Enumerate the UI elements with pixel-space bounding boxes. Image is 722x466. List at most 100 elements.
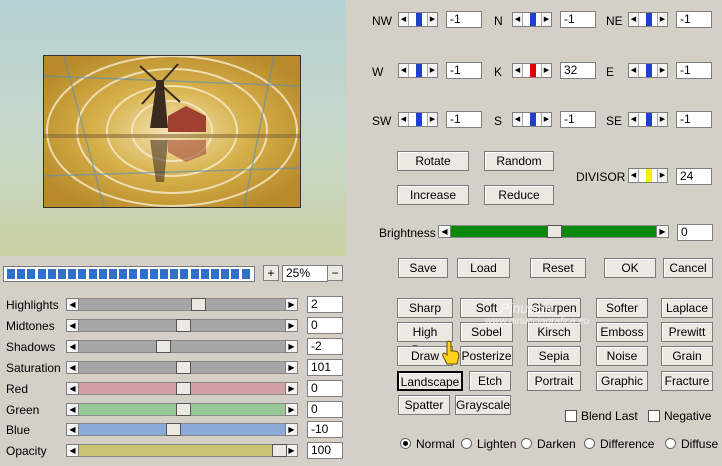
increase-arrow-icon[interactable]: ▶ [541,113,551,126]
matrix-spinner-se[interactable]: ◀ ▶ [628,112,668,127]
slider-thumb[interactable] [190,298,206,311]
matrix-field-e[interactable]: -1 [676,62,712,79]
blend-radio-difference[interactable] [584,438,595,449]
matrix-thumb[interactable] [416,13,422,26]
matrix-thumb[interactable] [416,113,422,126]
decrease-arrow-icon[interactable]: ◀ [513,13,523,26]
effect-emboss-button[interactable]: Emboss [596,322,648,342]
slider-green[interactable]: ◀ ▶ [66,402,298,416]
matrix-thumb[interactable] [416,64,422,77]
slider-left-arrow-icon[interactable]: ◀ [66,381,79,395]
slider-left-arrow-icon[interactable]: ◀ [66,360,79,374]
matrix-field-n[interactable]: -1 [560,11,596,28]
divisor-spinner[interactable]: ◀ ▶ [628,168,668,183]
slider-left-arrow-icon[interactable]: ◀ [66,402,79,416]
decrease-arrow-icon[interactable]: ◀ [629,13,639,26]
divisor-thumb[interactable] [646,169,652,182]
increase-arrow-icon[interactable]: ▶ [657,64,667,77]
effect-noise-button[interactable]: Noise [596,346,648,366]
effect-high-pass-button[interactable]: High Pass [397,322,453,357]
brightness-field[interactable]: 0 [677,224,713,241]
slider-highlights[interactable]: ◀ ▶ [66,298,298,311]
reset-button[interactable]: Reset [530,258,586,278]
zoom-field[interactable]: 25% [282,265,328,282]
matrix-spinner-w[interactable]: ◀ ▶ [398,63,438,78]
slider-right-arrow-icon[interactable]: ▶ [285,318,298,332]
slider-right-arrow-icon[interactable]: ▶ [285,339,298,353]
slider-value-field[interactable]: 2 [307,296,343,313]
matrix-field-k[interactable]: 32 [560,62,596,79]
slider-thumb[interactable] [175,402,191,416]
matrix-field-nw[interactable]: -1 [446,11,482,28]
effect-graphic-button[interactable]: Graphic [596,371,648,391]
effect-softer-button[interactable]: Softer [596,298,648,318]
matrix-thumb[interactable] [530,13,536,26]
matrix-spinner-ne[interactable]: ◀ ▶ [628,12,668,27]
negative-checkbox[interactable] [648,410,660,422]
slider-red[interactable]: ◀ ▶ [66,381,298,395]
slider-left-arrow-icon[interactable]: ◀ [66,444,79,458]
matrix-spinner-sw[interactable]: ◀ ▶ [398,112,438,127]
increase-arrow-icon[interactable]: ▶ [657,169,667,182]
slider-right-arrow-icon[interactable]: ▶ [656,225,669,238]
decrease-arrow-icon[interactable]: ◀ [513,113,523,126]
decrease-arrow-icon[interactable]: ◀ [513,64,523,77]
slider-value-field[interactable]: 0 [307,379,343,397]
blend-radio-darken[interactable] [521,438,532,449]
slider-thumb[interactable] [272,444,287,458]
slider-value-field[interactable]: 100 [307,442,343,460]
increase-arrow-icon[interactable]: ▶ [427,113,437,126]
slider-thumb[interactable] [175,360,191,374]
decrease-arrow-icon[interactable]: ◀ [629,169,639,182]
slider-left-arrow-icon[interactable]: ◀ [66,298,79,311]
increase-arrow-icon[interactable]: ▶ [657,13,667,26]
increase-arrow-icon[interactable]: ▶ [427,64,437,77]
matrix-spinner-nw[interactable]: ◀ ▶ [398,12,438,27]
zoom-in-button[interactable]: + [263,265,279,281]
effect-fracture-button[interactable]: Fracture [661,371,713,391]
divisor-field[interactable]: 24 [676,168,712,185]
slider-left-arrow-icon[interactable]: ◀ [66,339,79,353]
slider-right-arrow-icon[interactable]: ▶ [285,381,298,395]
slider-right-arrow-icon[interactable]: ▶ [285,402,298,416]
matrix-thumb[interactable] [646,13,652,26]
matrix-field-ne[interactable]: -1 [676,11,712,28]
blend-radio-lighten[interactable] [461,438,472,449]
slider-thumb[interactable] [175,318,191,332]
slider-value-field[interactable]: -2 [307,337,343,355]
slider-right-arrow-icon[interactable]: ▶ [285,423,298,437]
blend-radio-normal[interactable] [400,438,411,449]
slider-left-arrow-icon[interactable]: ◀ [66,423,79,437]
effect-sepia-button[interactable]: Sepia [527,346,581,366]
rotate-button[interactable]: Rotate [397,151,469,171]
effect-posterize-button[interactable]: Posterize [460,346,513,366]
slider-value-field[interactable]: 101 [307,358,343,376]
zoom-out-button[interactable]: − [327,265,343,281]
matrix-thumb[interactable] [646,113,652,126]
slider-blue[interactable]: ◀ ▶ [66,423,298,437]
brightness-slider[interactable]: ◀ ▶ [438,225,669,238]
blend-radio-diffuse[interactable] [665,438,676,449]
slider-midtones[interactable]: ◀ ▶ [66,318,298,332]
matrix-spinner-n[interactable]: ◀ ▶ [512,12,552,27]
effect-landscape-button[interactable]: Landscape [397,371,463,391]
reduce-button[interactable]: Reduce [484,185,554,205]
matrix-field-sw[interactable]: -1 [446,111,482,128]
matrix-thumb[interactable] [646,64,652,77]
cancel-button[interactable]: Cancel [663,258,713,278]
decrease-arrow-icon[interactable]: ◀ [399,13,409,26]
slider-opacity[interactable]: ◀ ▶ [66,444,298,458]
random-button[interactable]: Random [484,151,554,171]
effect-prewitt-button[interactable]: Prewitt [661,322,713,342]
slider-right-arrow-icon[interactable]: ▶ [285,298,298,311]
effect-grayscale-button[interactable]: Grayscale [455,395,511,415]
decrease-arrow-icon[interactable]: ◀ [629,113,639,126]
decrease-arrow-icon[interactable]: ◀ [629,64,639,77]
effect-portrait-button[interactable]: Portrait [527,371,581,391]
slider-thumb[interactable] [156,339,172,353]
decrease-arrow-icon[interactable]: ◀ [399,64,409,77]
increase-arrow-icon[interactable]: ▶ [657,113,667,126]
save-button[interactable]: Save [398,258,448,278]
increase-arrow-icon[interactable]: ▶ [541,13,551,26]
effect-sharp-button[interactable]: Sharp [397,298,453,318]
